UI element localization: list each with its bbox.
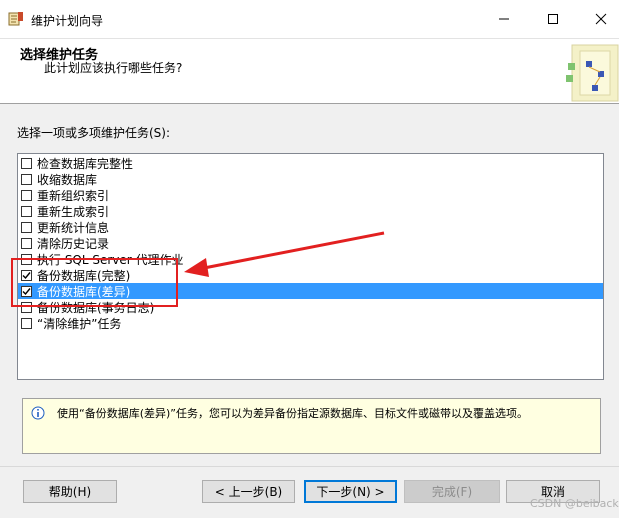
finish-button[interactable]: 完成(F) <box>404 480 500 503</box>
task-checkbox[interactable] <box>21 285 32 297</box>
window-title: 维护计划向导 <box>31 14 104 28</box>
task-label: 更新统计信息 <box>37 220 110 235</box>
task-label: 重新组织索引 <box>37 188 110 203</box>
task-label: 清除历史记录 <box>37 236 110 251</box>
maintenance-task-list[interactable]: 检查数据库完整性 收缩数据库 重新组织索引 重新生成索引 更新统计信息 清除历史记录 执行 … <box>17 153 604 380</box>
close-icon <box>595 13 607 25</box>
checkmark-icon <box>22 271 31 279</box>
task-item[interactable]: 执行 SQL Server 代理作业 <box>18 251 603 267</box>
task-checkbox[interactable] <box>21 317 32 329</box>
task-label: 收缩数据库 <box>37 172 98 187</box>
footer-divider <box>0 466 619 467</box>
back-button[interactable]: < 上一步(B) <box>202 480 295 503</box>
watermark: CSDN @beiback <box>530 497 619 510</box>
task-checkbox[interactable] <box>21 301 32 313</box>
task-description-text: 使用“备份数据库(差异)”任务，您可以为差异备份指定源数据库、目标文件或磁带以及… <box>57 407 528 420</box>
task-label: 重新生成索引 <box>37 204 110 219</box>
task-checkbox[interactable] <box>21 253 32 265</box>
minimize-button[interactable] <box>481 0 527 38</box>
checkmark-icon <box>22 287 31 295</box>
maximize-button[interactable] <box>530 0 576 38</box>
info-icon <box>31 406 45 420</box>
close-button[interactable] <box>578 0 619 38</box>
task-checkbox[interactable] <box>21 157 32 169</box>
task-item[interactable]: 备份数据库(差异) <box>18 283 603 299</box>
task-label: 备份数据库(事务日志) <box>37 300 155 315</box>
task-item[interactable]: 更新统计信息 <box>18 219 603 235</box>
task-item[interactable]: “清除维护”任务 <box>18 315 603 331</box>
task-item[interactable]: 检查数据库完整性 <box>18 155 603 171</box>
help-button[interactable]: 帮助(H) <box>23 480 117 503</box>
task-checkbox[interactable] <box>21 173 32 185</box>
task-checkbox[interactable] <box>21 221 32 233</box>
task-label: 备份数据库(差异) <box>37 284 131 299</box>
task-checkbox[interactable] <box>21 237 32 249</box>
wizard-banner-icon <box>566 44 619 102</box>
wizard-header: 选择维护任务 此计划应该执行哪些任务? <box>0 39 619 104</box>
task-label: “清除维护”任务 <box>37 316 122 331</box>
minimize-icon <box>499 18 509 20</box>
tasks-label: 选择一项或多项维护任务(S): <box>17 126 171 140</box>
task-item[interactable]: 重新组织索引 <box>18 187 603 203</box>
task-item[interactable]: 清除历史记录 <box>18 235 603 251</box>
page-subtitle: 此计划应该执行哪些任务? <box>44 61 183 75</box>
maximize-icon <box>548 14 558 24</box>
task-label: 执行 SQL Server 代理作业 <box>37 252 184 267</box>
task-item[interactable]: 重新生成索引 <box>18 203 603 219</box>
task-item[interactable]: 备份数据库(完整) <box>18 267 603 283</box>
task-label: 备份数据库(完整) <box>37 268 131 283</box>
task-label: 检查数据库完整性 <box>37 156 134 171</box>
task-checkbox[interactable] <box>21 189 32 201</box>
task-checkbox[interactable] <box>21 269 32 281</box>
task-checkbox[interactable] <box>21 205 32 217</box>
wizard-app-icon <box>8 12 23 26</box>
task-item[interactable]: 备份数据库(事务日志) <box>18 299 603 315</box>
title-bar: 维护计划向导 <box>0 0 619 39</box>
next-button[interactable]: 下一步(N) > <box>304 480 397 503</box>
task-description-box: 使用“备份数据库(差异)”任务，您可以为差异备份指定源数据库、目标文件或磁带以及… <box>22 398 601 454</box>
task-item[interactable]: 收缩数据库 <box>18 171 603 187</box>
